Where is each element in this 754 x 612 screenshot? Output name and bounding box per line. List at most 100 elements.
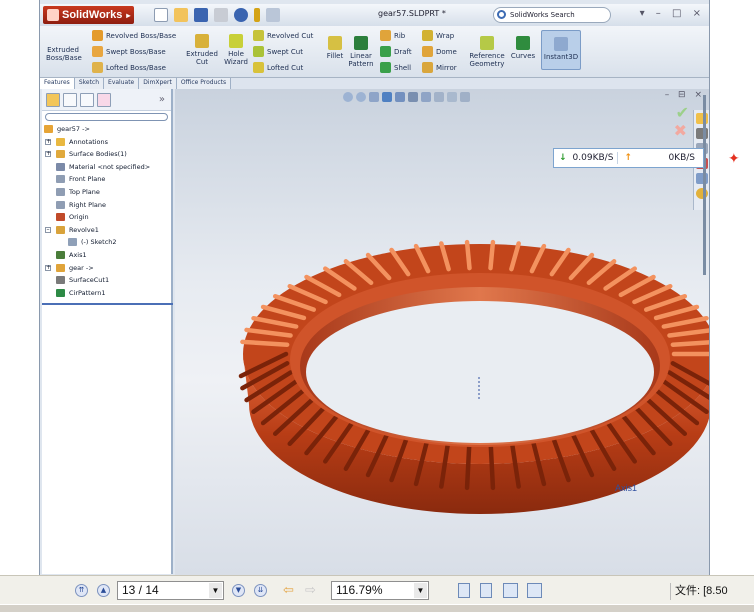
draft-button[interactable]: Draft: [380, 46, 412, 57]
expand-chevron-icon[interactable]: »: [159, 94, 165, 105]
extruded-cut-icon: [195, 34, 209, 48]
revolved-cut-label: Revolved Cut: [267, 31, 314, 40]
solidworks-menu-button[interactable]: SolidWorks ▸: [43, 6, 135, 24]
print-icon[interactable]: [214, 8, 229, 22]
rib-button[interactable]: Rib: [380, 30, 405, 41]
part-icon: [44, 125, 53, 133]
first-page-button[interactable]: ⇈: [75, 584, 88, 597]
swept-cut-button[interactable]: Swept Cut: [253, 46, 303, 57]
curves-button[interactable]: Curves: [510, 36, 536, 60]
extruded-cut-button[interactable]: Extruded Cut: [185, 34, 219, 66]
feature-tree-item[interactable]: (-) Sketch2: [42, 236, 171, 249]
gear-tooth: [240, 339, 290, 347]
reference-geometry-label: Reference Geometry: [469, 52, 505, 68]
facing-pages-icon[interactable]: [503, 583, 518, 598]
swept-boss-button[interactable]: Swept Boss/Base: [92, 46, 166, 57]
feature-tree-label: Annotations: [69, 137, 109, 146]
wrap-button[interactable]: Wrap: [422, 30, 454, 41]
feature-tree-item[interactable]: + Annotations: [42, 136, 171, 149]
lofted-cut-button[interactable]: Lofted Cut: [253, 62, 303, 73]
continuous-facing-icon[interactable]: [527, 583, 542, 598]
download-arrow-icon: ↓: [559, 153, 567, 163]
rollback-bar[interactable]: [42, 303, 173, 305]
revolved-boss-label: Revolved Boss/Base: [106, 31, 177, 40]
zoom-dropdown-arrow-icon[interactable]: ▼: [414, 583, 427, 598]
viewport-scrollbar[interactable]: [703, 95, 706, 275]
feature-tree-item[interactable]: + gear ->: [42, 262, 171, 275]
search-input[interactable]: SolidWorks Search: [493, 7, 611, 23]
feature-tree-label: (-) Sketch2: [81, 238, 117, 247]
zoom-level-input[interactable]: 116.79% ▼: [331, 581, 429, 600]
tab-features[interactable]: Features: [40, 78, 75, 89]
rebuild-icon[interactable]: [254, 8, 261, 22]
save-icon[interactable]: [194, 8, 209, 22]
forward-arrow-icon[interactable]: ⇨: [305, 583, 316, 598]
tree-expander-icon[interactable]: +: [45, 264, 51, 271]
dimxpert-manager-icon[interactable]: [97, 92, 111, 107]
previous-page-button[interactable]: ▲: [97, 584, 110, 597]
extruded-boss-button[interactable]: Extruded Boss/Base: [46, 46, 82, 62]
feature-tree-item[interactable]: Material <not specified>: [42, 161, 171, 174]
continuous-page-icon[interactable]: [480, 583, 492, 598]
options-icon[interactable]: [266, 8, 281, 22]
fillet-button[interactable]: Fillet: [325, 36, 345, 60]
gear-icon: [56, 263, 65, 272]
feature-tree-item[interactable]: Front Plane: [42, 173, 171, 186]
tab-dimxpert[interactable]: DimXpert: [139, 78, 177, 89]
property-manager-icon[interactable]: [63, 92, 77, 107]
axis-icon: [56, 250, 65, 259]
lofted-cut-icon: [253, 62, 264, 73]
plane-icon: [56, 200, 65, 209]
mirror-button[interactable]: Mirror: [422, 62, 457, 73]
instant3d-button[interactable]: Instant3D: [541, 30, 581, 70]
tree-expander-icon[interactable]: +: [45, 151, 51, 158]
instant3d-icon: [554, 37, 568, 51]
page-dropdown-arrow-icon[interactable]: ▼: [209, 583, 222, 598]
tree-expander-icon[interactable]: +: [45, 138, 51, 145]
feature-tree-item[interactable]: + Surface Bodies(1): [42, 148, 171, 161]
solidworks-window: SolidWorks ▸ gear57.SLDPRT * SolidWorks …: [39, 0, 710, 575]
surface-bodies-icon: [56, 150, 65, 159]
feature-tree-item[interactable]: Top Plane: [42, 186, 171, 199]
new-document-icon[interactable]: [154, 8, 169, 22]
feature-tree-item[interactable]: gear57 ->: [42, 123, 171, 136]
linear-pattern-button[interactable]: Linear Pattern: [347, 36, 375, 68]
shell-icon: [380, 62, 391, 73]
feature-tree-label: Surface Bodies(1): [69, 150, 127, 159]
feature-filter-input[interactable]: [45, 113, 168, 121]
next-page-button[interactable]: ▼: [232, 584, 245, 597]
linear-pattern-label: Linear Pattern: [348, 52, 374, 68]
configuration-manager-icon[interactable]: [80, 92, 94, 107]
lofted-boss-button[interactable]: Lofted Boss/Base: [92, 62, 166, 73]
floating-icon[interactable]: ✦: [728, 151, 740, 167]
dome-button[interactable]: Dome: [422, 46, 457, 57]
open-folder-icon[interactable]: [174, 8, 189, 22]
last-page-button[interactable]: ⇊: [254, 584, 267, 597]
shell-button[interactable]: Shell: [380, 62, 411, 73]
revolved-cut-button[interactable]: Revolved Cut: [253, 30, 313, 41]
revolved-boss-button[interactable]: Revolved Boss/Base: [92, 30, 176, 41]
window-controls[interactable]: ▾ – □ ×: [640, 8, 705, 19]
command-manager: Extruded Boss/Base Revolved Boss/Base Sw…: [40, 26, 709, 78]
feature-tree-item[interactable]: – Revolve1: [42, 224, 171, 237]
mirror-icon: [422, 62, 433, 73]
tree-expander-icon[interactable]: –: [45, 226, 51, 233]
single-page-icon[interactable]: [458, 583, 470, 598]
feature-tree-item[interactable]: Right Plane: [42, 199, 171, 212]
tab-evaluate[interactable]: Evaluate: [104, 78, 140, 89]
feature-tree-item[interactable]: SurfaceCut1: [42, 274, 171, 287]
plane-icon: [56, 187, 65, 196]
feature-tree-item[interactable]: CirPattern1: [42, 287, 171, 300]
tab-office-products[interactable]: Office Products: [176, 78, 232, 89]
hole-wizard-button[interactable]: Hole Wizard: [222, 34, 250, 66]
download-speed: 0.09KB/S: [572, 153, 614, 163]
feature-tree-item[interactable]: Axis1: [42, 249, 171, 262]
back-arrow-icon[interactable]: ⇦: [283, 583, 294, 598]
reference-geometry-button[interactable]: Reference Geometry: [466, 36, 508, 68]
feature-tree-item[interactable]: Origin: [42, 211, 171, 224]
tab-sketch[interactable]: Sketch: [74, 78, 105, 89]
feature-tree-icon[interactable]: [46, 92, 60, 107]
undo-icon[interactable]: [234, 8, 249, 22]
page-number-input[interactable]: 13 / 14 ▼: [117, 581, 224, 600]
dome-label: Dome: [436, 47, 457, 56]
